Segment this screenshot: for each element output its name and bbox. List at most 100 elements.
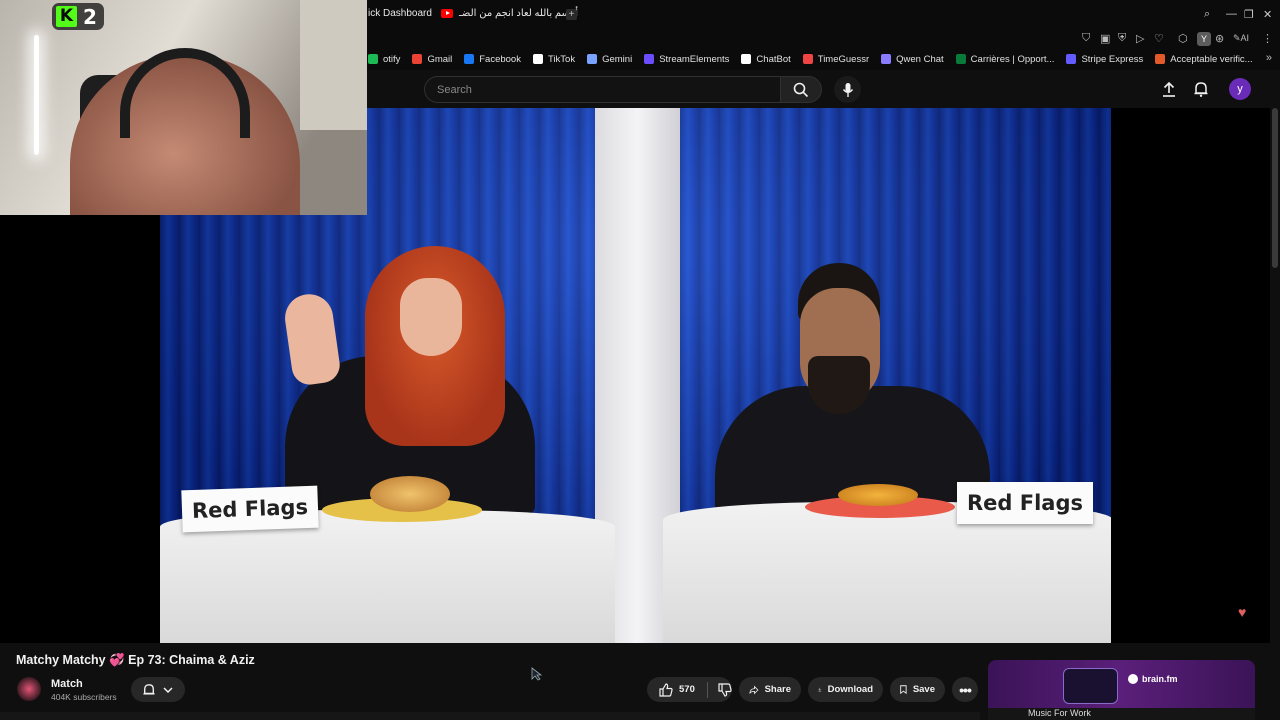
ad-bottom-text: Music For Work <box>988 708 1255 720</box>
bookmark-favicon-icon <box>587 54 598 64</box>
ad-brand: brain.fm <box>1142 674 1178 684</box>
menu-icon[interactable]: ⋮ <box>1262 32 1273 45</box>
new-tab-button[interactable]: + <box>566 9 577 20</box>
mouse-cursor-icon <box>531 667 543 681</box>
red-flags-sign-left: Red Flags <box>181 485 319 533</box>
bookmark-favicon-icon <box>532 54 543 64</box>
title-suffix: Ep 73: Chaima & Aziz <box>128 653 255 667</box>
sponsored-card[interactable]: brain.fm Music For Work <box>988 660 1255 720</box>
title-prefix: Matchy Matchy <box>16 653 106 667</box>
bookmark-label: Gemini <box>602 53 633 65</box>
minimize-icon[interactable]: — <box>1226 8 1237 20</box>
microphone-icon <box>842 82 853 97</box>
share-button[interactable]: Share <box>739 677 801 702</box>
bookmark-item[interactable]: Stripe Express <box>1066 54 1143 65</box>
search-button[interactable] <box>780 76 822 103</box>
right-food <box>838 484 918 506</box>
heart-icon[interactable]: ♡ <box>1154 32 1164 45</box>
close-window-icon[interactable]: ✕ <box>1263 8 1272 21</box>
brain-logo-icon <box>1128 674 1138 684</box>
account-avatar[interactable]: y <box>1229 78 1251 100</box>
restore-icon[interactable]: ❐ <box>1244 8 1254 21</box>
bookmark-item[interactable]: Facebook <box>464 54 521 65</box>
bookmark-item[interactable]: Carrières | Opport... <box>955 54 1054 65</box>
bookmark-favicon-icon <box>412 54 423 64</box>
ad-phone-image <box>1063 668 1118 704</box>
tab-youtube[interactable]: أقسم بالله لعاد انجم من الضـ <box>441 8 578 19</box>
bookmark-label: Facebook <box>479 53 521 65</box>
bookmark-item[interactable]: Gmail <box>412 54 452 65</box>
bookmark-favicon-icon <box>368 54 378 64</box>
led-light <box>34 35 39 155</box>
more-actions-button[interactable]: ••• <box>952 677 978 702</box>
subscribed-button[interactable] <box>131 677 185 702</box>
man-beard <box>808 356 870 414</box>
bookmark-label: Gmail <box>427 53 453 65</box>
bookmark-label: Stripe Express <box>1081 53 1144 65</box>
tab-youtube-label: أقسم بالله لعاد انجم من الضـ <box>459 8 579 19</box>
bookmark-item[interactable]: otify <box>368 54 400 65</box>
like-count[interactable]: 570 <box>679 684 695 695</box>
woman-face <box>400 278 462 356</box>
save-button[interactable]: Save <box>890 677 945 702</box>
red-flags-sign-right: Red Flags <box>957 482 1093 524</box>
shield-icon[interactable]: ⛨ <box>1118 32 1126 45</box>
channel-watermark-icon: ♥ <box>1238 604 1247 620</box>
bookmark-label: ChatBot <box>756 53 791 65</box>
bookmark-item[interactable]: TikTok <box>532 54 575 65</box>
channel-name[interactable]: Match <box>51 678 83 690</box>
like-icon[interactable] <box>659 682 673 697</box>
tab-dashboard[interactable]: ick Dashboard <box>368 8 432 19</box>
create-upload-button[interactable] <box>1160 80 1178 98</box>
bookmarks-overflow-icon[interactable]: » <box>1266 52 1272 64</box>
bookmark-item[interactable]: TimeGuessr <box>802 53 870 65</box>
ad-brand-logo: brain.fm <box>1128 674 1178 684</box>
bookmark-item[interactable]: StreamElements <box>644 54 729 65</box>
viewer-count-badge: K 2 <box>52 3 104 30</box>
bookmark-label: otify <box>383 53 401 65</box>
share-label: Share <box>764 684 791 695</box>
bookmark-label: StreamElements <box>659 53 730 65</box>
cube-icon[interactable]: ⬡ <box>1178 32 1188 45</box>
page-scrollbar[interactable] <box>1272 108 1278 268</box>
bookmark-favicon-icon <box>802 54 813 64</box>
play-icon[interactable]: ▷ <box>1136 32 1144 45</box>
left-food <box>370 476 450 512</box>
dislike-icon[interactable] <box>718 682 732 697</box>
bookmark-item[interactable]: ChatBot <box>741 53 791 65</box>
webcam-overlay: K 2 <box>0 0 367 215</box>
bookmark-item[interactable]: Acceptable verific... <box>1155 53 1253 65</box>
search-box <box>424 76 822 103</box>
vpn-icon[interactable]: ⊛ <box>1215 32 1224 45</box>
kick-logo-icon: K <box>56 6 77 27</box>
ai-button[interactable]: ✎AI <box>1233 33 1249 44</box>
youtube-favicon-icon <box>441 9 453 18</box>
search-input[interactable] <box>424 76 781 103</box>
chevron-down-icon <box>163 686 173 693</box>
bookmark-item[interactable]: Gemini <box>587 54 632 65</box>
description-box-edge <box>0 712 980 720</box>
ai-label: AI <box>1240 33 1250 43</box>
screenshot-icon[interactable]: ▣ <box>1100 32 1110 45</box>
like-divider <box>706 681 708 698</box>
save-bookmark-icon <box>900 685 907 695</box>
profile-badge[interactable]: Y <box>1197 32 1211 46</box>
video-title: Matchy Matchy 💞 Ep 73: Chaima & Aziz <box>16 653 255 668</box>
voice-search-button[interactable] <box>834 76 861 103</box>
search-icon <box>793 82 809 97</box>
download-label: Download <box>827 684 873 695</box>
channel-avatar[interactable] <box>17 677 41 701</box>
download-button[interactable]: Download <box>808 677 883 702</box>
bookmark-favicon-icon <box>464 54 475 64</box>
search-tabs-icon[interactable]: ⌕ <box>1204 8 1210 21</box>
bookmark-icon[interactable]: ⛉ <box>1082 32 1090 45</box>
bookmark-favicon-icon <box>644 54 655 64</box>
bookmark-label: Qwen Chat <box>896 53 944 65</box>
like-dislike-group: 570 <box>647 677 732 702</box>
bookmark-item[interactable]: Qwen Chat <box>881 54 944 65</box>
bell-icon <box>143 683 155 695</box>
bookmark-label: TimeGuessr <box>817 53 870 65</box>
bookmark-favicon-icon <box>955 54 966 64</box>
bookmark-label: Acceptable verific... <box>1170 53 1253 65</box>
notifications-button[interactable] <box>1192 80 1210 98</box>
